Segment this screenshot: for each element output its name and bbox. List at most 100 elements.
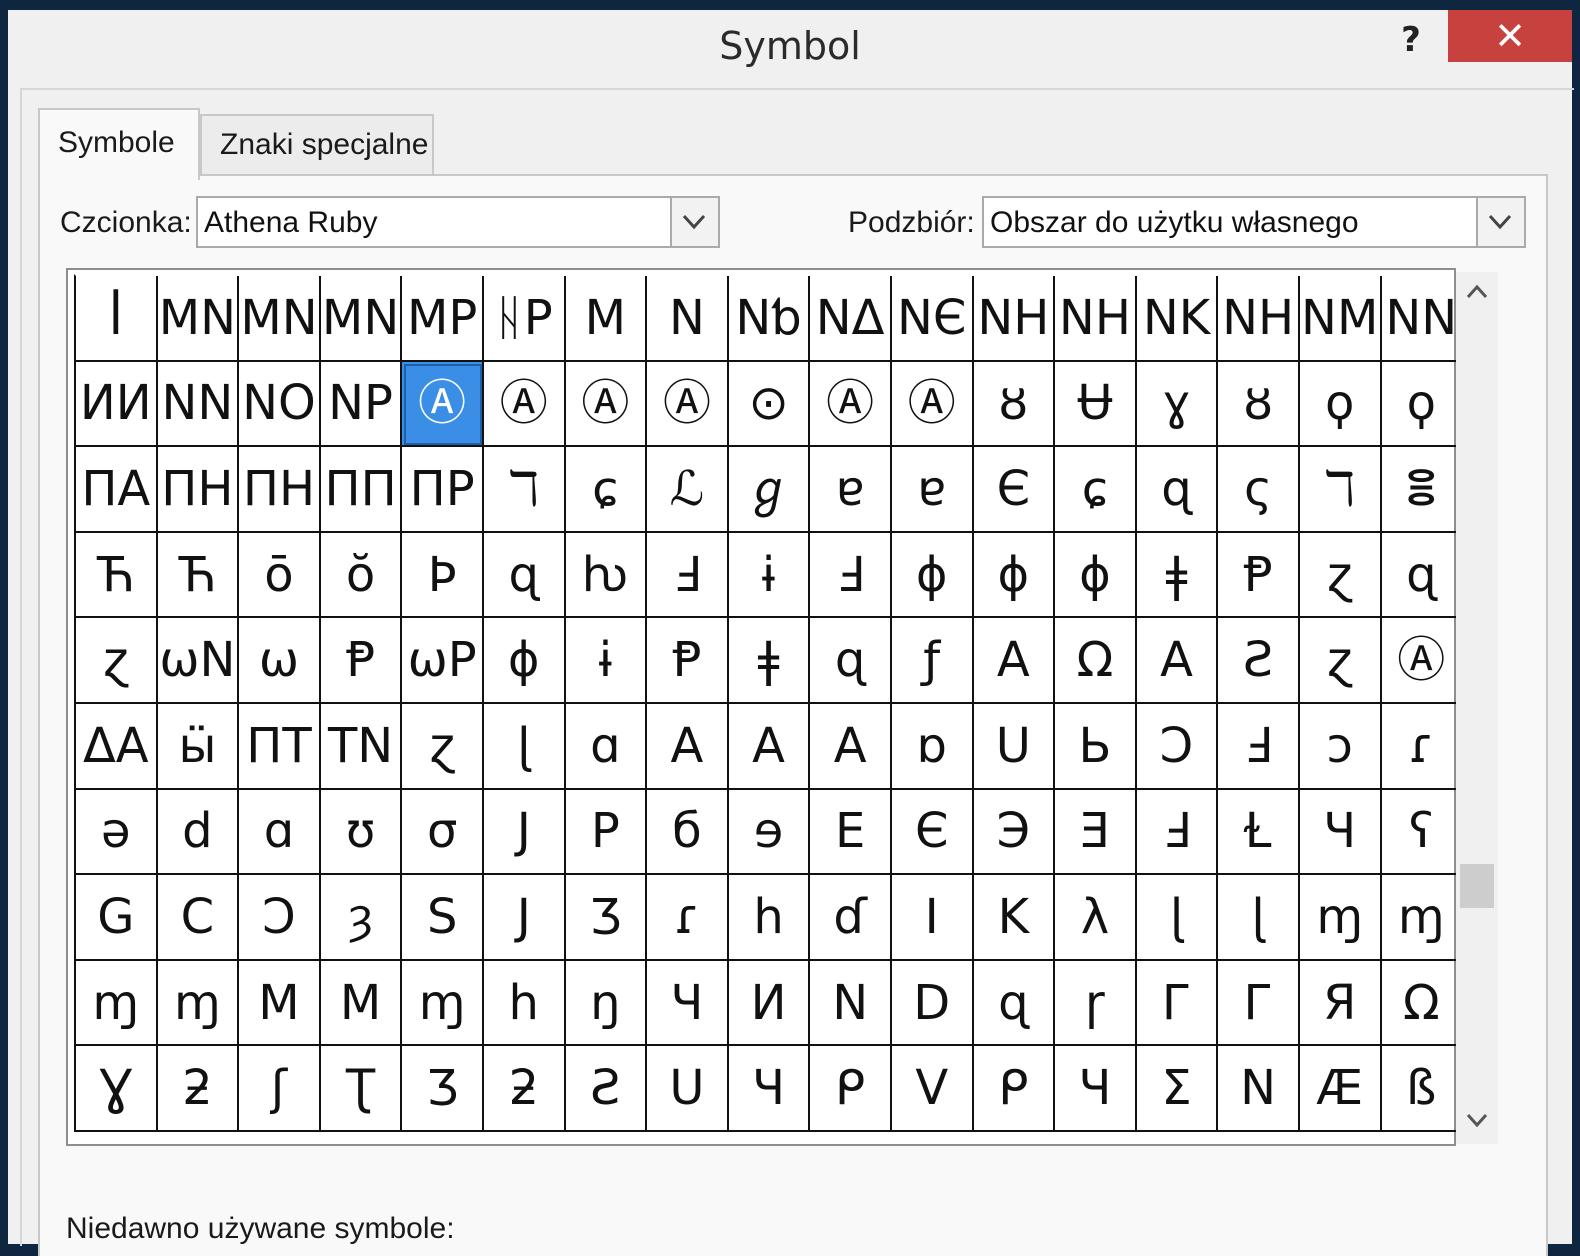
symbol-cell[interactable]: ℸ xyxy=(1299,447,1382,533)
symbol-cell[interactable]: Ʉ xyxy=(1055,361,1137,448)
symbol-cell[interactable]: Ⓐ xyxy=(810,361,892,448)
symbol-cell[interactable]: Ս xyxy=(973,703,1056,790)
symbol-cell[interactable]: ɀ xyxy=(1299,532,1382,619)
symbol-cell[interactable]: И xyxy=(728,960,811,1047)
symbol-cell[interactable]: ᚺP xyxy=(483,276,566,362)
symbol-cell[interactable]: ɕ xyxy=(565,447,648,533)
symbol-cell[interactable]: ɸ xyxy=(1055,532,1137,619)
symbol-cell[interactable]: MN xyxy=(320,276,403,362)
symbol-cell[interactable]: ɐ xyxy=(810,447,892,533)
symbol-cell[interactable]: Ↄ xyxy=(1136,703,1219,790)
symbol-cell[interactable]: Ᵽ xyxy=(647,618,729,704)
symbol-cell[interactable]: NK xyxy=(1136,276,1219,362)
symbol-cell[interactable]: h xyxy=(728,875,811,961)
symbol-cell[interactable]: Ч xyxy=(1299,789,1382,876)
symbol-cell[interactable]: D xyxy=(891,960,974,1047)
symbol-cell[interactable]: ȣ xyxy=(973,361,1056,448)
chevron-down-icon[interactable] xyxy=(1476,198,1524,246)
symbol-cell[interactable]: Г xyxy=(1136,960,1219,1047)
symbol-cell[interactable]: ƻ xyxy=(483,1046,566,1132)
symbol-cell[interactable]: ǂ xyxy=(728,618,811,704)
symbol-cell[interactable]: ɋ xyxy=(973,960,1056,1047)
symbol-cell[interactable]: Є xyxy=(973,447,1056,533)
symbol-cell[interactable]: ɱ xyxy=(1299,875,1382,961)
symbol-cell[interactable]: ɋ xyxy=(810,618,892,704)
symbol-cell[interactable]: Α xyxy=(1136,618,1219,704)
symbol-cell[interactable]: Ⅎ xyxy=(647,532,729,619)
symbol-cell[interactable]: ꟾ xyxy=(76,276,158,362)
symbol-cell[interactable]: ƻ xyxy=(157,1046,240,1132)
symbol-cell[interactable]: ӹ xyxy=(157,703,240,790)
symbol-cell[interactable]: ɐ xyxy=(891,447,974,533)
symbol-cell[interactable]: ȣ xyxy=(1218,361,1300,448)
scroll-thumb[interactable] xyxy=(1460,864,1494,908)
symbol-cell[interactable]: ɘ xyxy=(728,789,811,876)
symbol-cell[interactable]: Ᵽ xyxy=(1218,532,1300,619)
symbol-cell[interactable]: ɱ xyxy=(402,960,484,1047)
tab-symbole[interactable]: Symbole xyxy=(38,108,200,180)
symbol-cell[interactable]: ΠΠ xyxy=(320,447,403,533)
symbol-cell[interactable]: ωN xyxy=(157,618,240,704)
symbol-cell[interactable]: ℊ xyxy=(728,447,811,533)
symbol-cell[interactable]: NN xyxy=(1381,276,1464,362)
symbol-cell[interactable]: ɋ xyxy=(1381,532,1464,619)
symbol-cell[interactable]: Ч xyxy=(728,1046,811,1132)
symbol-cell[interactable]: ᑭ xyxy=(810,1046,892,1132)
symbol-cell[interactable]: ɑ xyxy=(239,789,321,876)
symbol-cell[interactable]: ɨ xyxy=(728,532,811,619)
symbol-cell[interactable]: ɋ xyxy=(1136,447,1219,533)
symbol-cell[interactable]: ИИ xyxy=(76,361,158,448)
symbol-cell[interactable]: ȝ xyxy=(320,875,403,961)
symbol-cell[interactable]: Ⅎ xyxy=(1136,789,1219,876)
symbol-cell[interactable]: ɸ xyxy=(973,532,1056,619)
symbol-cell[interactable]: d xyxy=(157,789,240,876)
symbol-cell[interactable]: NH xyxy=(1218,276,1300,362)
symbol-cell[interactable]: ʕ xyxy=(1381,789,1464,876)
symbol-cell[interactable]: ⊙ xyxy=(728,361,811,448)
symbol-cell[interactable]: Ʒ xyxy=(402,1046,484,1132)
symbol-cell[interactable]: J xyxy=(483,875,566,961)
symbol-cell[interactable]: ɀ xyxy=(1299,618,1382,704)
symbol-cell[interactable]: ω xyxy=(239,618,321,704)
symbol-cell[interactable]: ɸ xyxy=(891,532,974,619)
symbol-cell[interactable]: Ƨ xyxy=(1218,618,1300,704)
symbol-cell[interactable]: ɸ xyxy=(483,618,566,704)
symbol-cell[interactable]: E xyxy=(810,789,892,876)
symbol-cell[interactable]: N xyxy=(810,960,892,1047)
symbol-cell[interactable]: λ xyxy=(1055,875,1137,961)
symbol-cell[interactable]: ə xyxy=(76,789,158,876)
symbol-cell[interactable]: Μ xyxy=(320,960,403,1047)
symbol-cell[interactable]: ß xyxy=(1381,1046,1464,1132)
symbol-cell[interactable]: ɭ xyxy=(1218,875,1300,961)
symbol-cell[interactable]: Ⓐ xyxy=(1381,618,1464,704)
symbol-cell[interactable]: ΠΑ xyxy=(76,447,158,533)
symbol-cell[interactable]: NH xyxy=(1055,276,1137,362)
symbol-cell[interactable]: б xyxy=(647,789,729,876)
symbol-cell[interactable]: ɾ xyxy=(647,875,729,961)
symbol-cell[interactable]: Ω xyxy=(1055,618,1137,704)
symbol-cell[interactable]: ɼ xyxy=(1055,960,1137,1047)
symbol-cell[interactable]: Ᵽ xyxy=(320,618,403,704)
symbol-cell[interactable]: Ч xyxy=(647,960,729,1047)
symbol-cell[interactable]: K xyxy=(973,875,1056,961)
symbol-cell[interactable]: ⴻ xyxy=(1381,447,1464,533)
symbol-cell[interactable]: ℒ xyxy=(647,447,729,533)
symbol-cell[interactable]: ΠΡ xyxy=(402,447,484,533)
symbol-cell[interactable]: Ⓐ xyxy=(891,361,974,448)
symbol-cell[interactable]: Ⅎ xyxy=(1218,703,1300,790)
symbol-cell[interactable]: NЄ xyxy=(891,276,974,362)
symbol-cell[interactable]: J xyxy=(483,789,566,876)
symbol-cell[interactable]: Α xyxy=(647,703,729,790)
symbol-cell[interactable]: I xyxy=(891,875,974,961)
scroll-down-icon[interactable] xyxy=(1456,1100,1498,1144)
symbol-cell[interactable]: ϙ xyxy=(1381,361,1464,448)
symbol-cell[interactable]: S xyxy=(402,875,484,961)
subset-combobox[interactable]: Obszar do użytku własnego xyxy=(982,196,1526,248)
symbol-cell[interactable]: ɱ xyxy=(157,960,240,1047)
symbol-cell[interactable]: h xyxy=(483,960,566,1047)
symbol-cell[interactable]: ℸ xyxy=(483,447,566,533)
symbol-cell[interactable]: ɑ xyxy=(565,703,648,790)
symbol-cell[interactable]: NΔ xyxy=(810,276,892,362)
symbol-cell[interactable]: ↄ xyxy=(1299,703,1382,790)
symbol-cell[interactable]: Æ xyxy=(1299,1046,1382,1132)
